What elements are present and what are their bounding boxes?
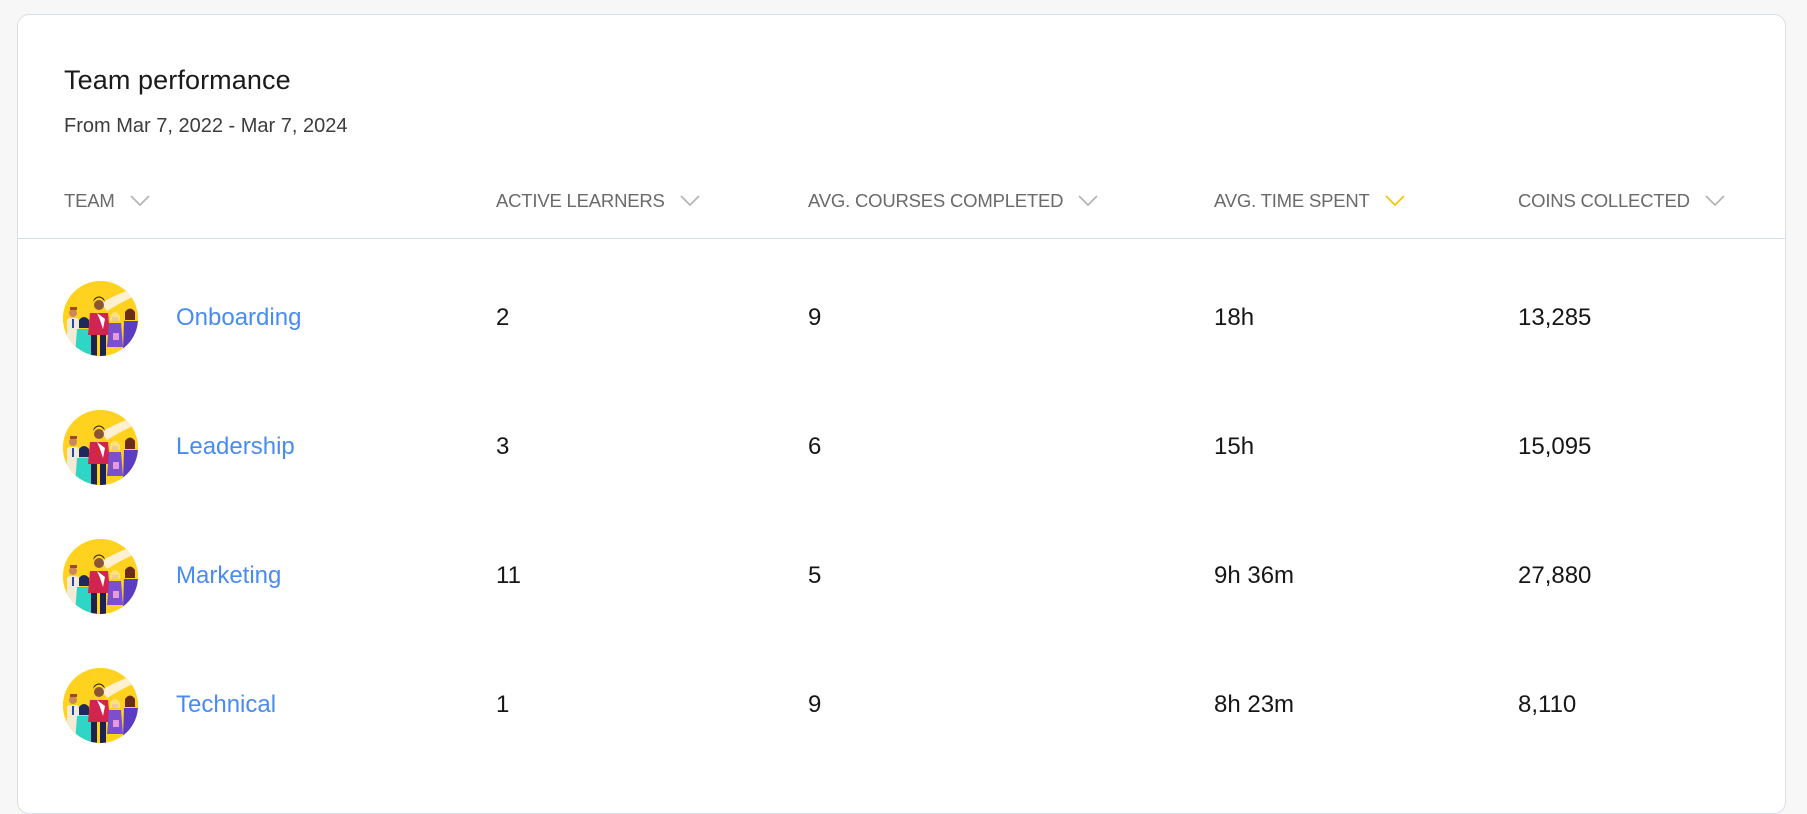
table-row: Marketing 11 5 9h 36m 27,880	[18, 500, 1785, 629]
column-header-coins-collected[interactable]: COINS COLLECTED	[1518, 188, 1725, 214]
team-name-link[interactable]: Technical	[176, 691, 276, 719]
avg-time-spent-cell: 18h	[1214, 304, 1255, 331]
table-row: Leadership 3 6 15h 15,095	[18, 371, 1785, 500]
chevron-down-icon[interactable]	[1078, 195, 1098, 207]
chevron-down-icon[interactable]	[1385, 195, 1405, 207]
team-avatar[interactable]	[63, 539, 138, 614]
team-illustration-icon	[63, 668, 138, 743]
column-label: TEAM	[64, 190, 115, 211]
coins-collected-cell: 15,095	[1518, 433, 1592, 460]
active-learners-cell: 3	[496, 433, 510, 460]
active-learners-cell: 1	[496, 691, 510, 718]
date-range-subtitle: From Mar 7, 2022 - Mar 7, 2024	[64, 115, 348, 137]
team-name-link[interactable]: Leadership	[176, 433, 295, 461]
team-name-link[interactable]: Marketing	[176, 562, 281, 590]
avg-time-spent-cell: 9h 36m	[1214, 562, 1295, 589]
column-header-avg-courses-completed[interactable]: AVG. COURSES COMPLETED	[808, 188, 1098, 214]
team-illustration-icon	[63, 539, 138, 614]
team-avatar[interactable]	[63, 668, 138, 743]
avg-courses-completed-cell: 9	[808, 691, 822, 718]
column-label: ACTIVE LEARNERS	[496, 190, 665, 211]
avg-courses-completed-cell: 9	[808, 304, 822, 331]
column-label: COINS COLLECTED	[1518, 190, 1690, 211]
team-avatar[interactable]	[63, 281, 138, 356]
column-label: AVG. COURSES COMPLETED	[808, 190, 1064, 211]
coins-collected-cell: 27,880	[1518, 562, 1592, 589]
active-learners-cell: 2	[496, 304, 510, 331]
card-title: Team performance	[64, 65, 291, 95]
team-performance-card: Team performance From Mar 7, 2022 - Mar …	[17, 14, 1786, 814]
team-illustration-icon	[63, 281, 138, 356]
avg-courses-completed-cell: 6	[808, 433, 822, 460]
team-illustration-icon	[63, 410, 138, 485]
avg-time-spent-cell: 15h	[1214, 433, 1255, 460]
chevron-down-icon[interactable]	[1705, 195, 1725, 207]
team-avatar[interactable]	[63, 410, 138, 485]
column-label: AVG. TIME SPENT	[1214, 190, 1370, 211]
coins-collected-cell: 13,285	[1518, 304, 1592, 331]
column-header-avg-time-spent[interactable]: AVG. TIME SPENT	[1214, 188, 1405, 214]
avg-time-spent-cell: 8h 23m	[1214, 691, 1295, 718]
chevron-down-icon[interactable]	[129, 195, 150, 207]
avg-courses-completed-cell: 5	[808, 562, 822, 589]
active-learners-cell: 11	[496, 562, 521, 589]
team-name-link[interactable]: Onboarding	[176, 304, 301, 332]
chevron-down-icon[interactable]	[680, 195, 700, 207]
coins-collected-cell: 8,110	[1518, 691, 1577, 718]
column-header-team[interactable]: TEAM	[64, 188, 150, 214]
table-row: Technical 1 9 8h 23m 8,110	[18, 629, 1785, 758]
table-row: Onboarding 2 9 18h 13,285	[18, 242, 1785, 371]
column-header-active-learners[interactable]: ACTIVE LEARNERS	[496, 188, 700, 214]
table-header: TEAM ACTIVE LEARNERS AVG. COURSES COMPLE…	[18, 185, 1785, 239]
